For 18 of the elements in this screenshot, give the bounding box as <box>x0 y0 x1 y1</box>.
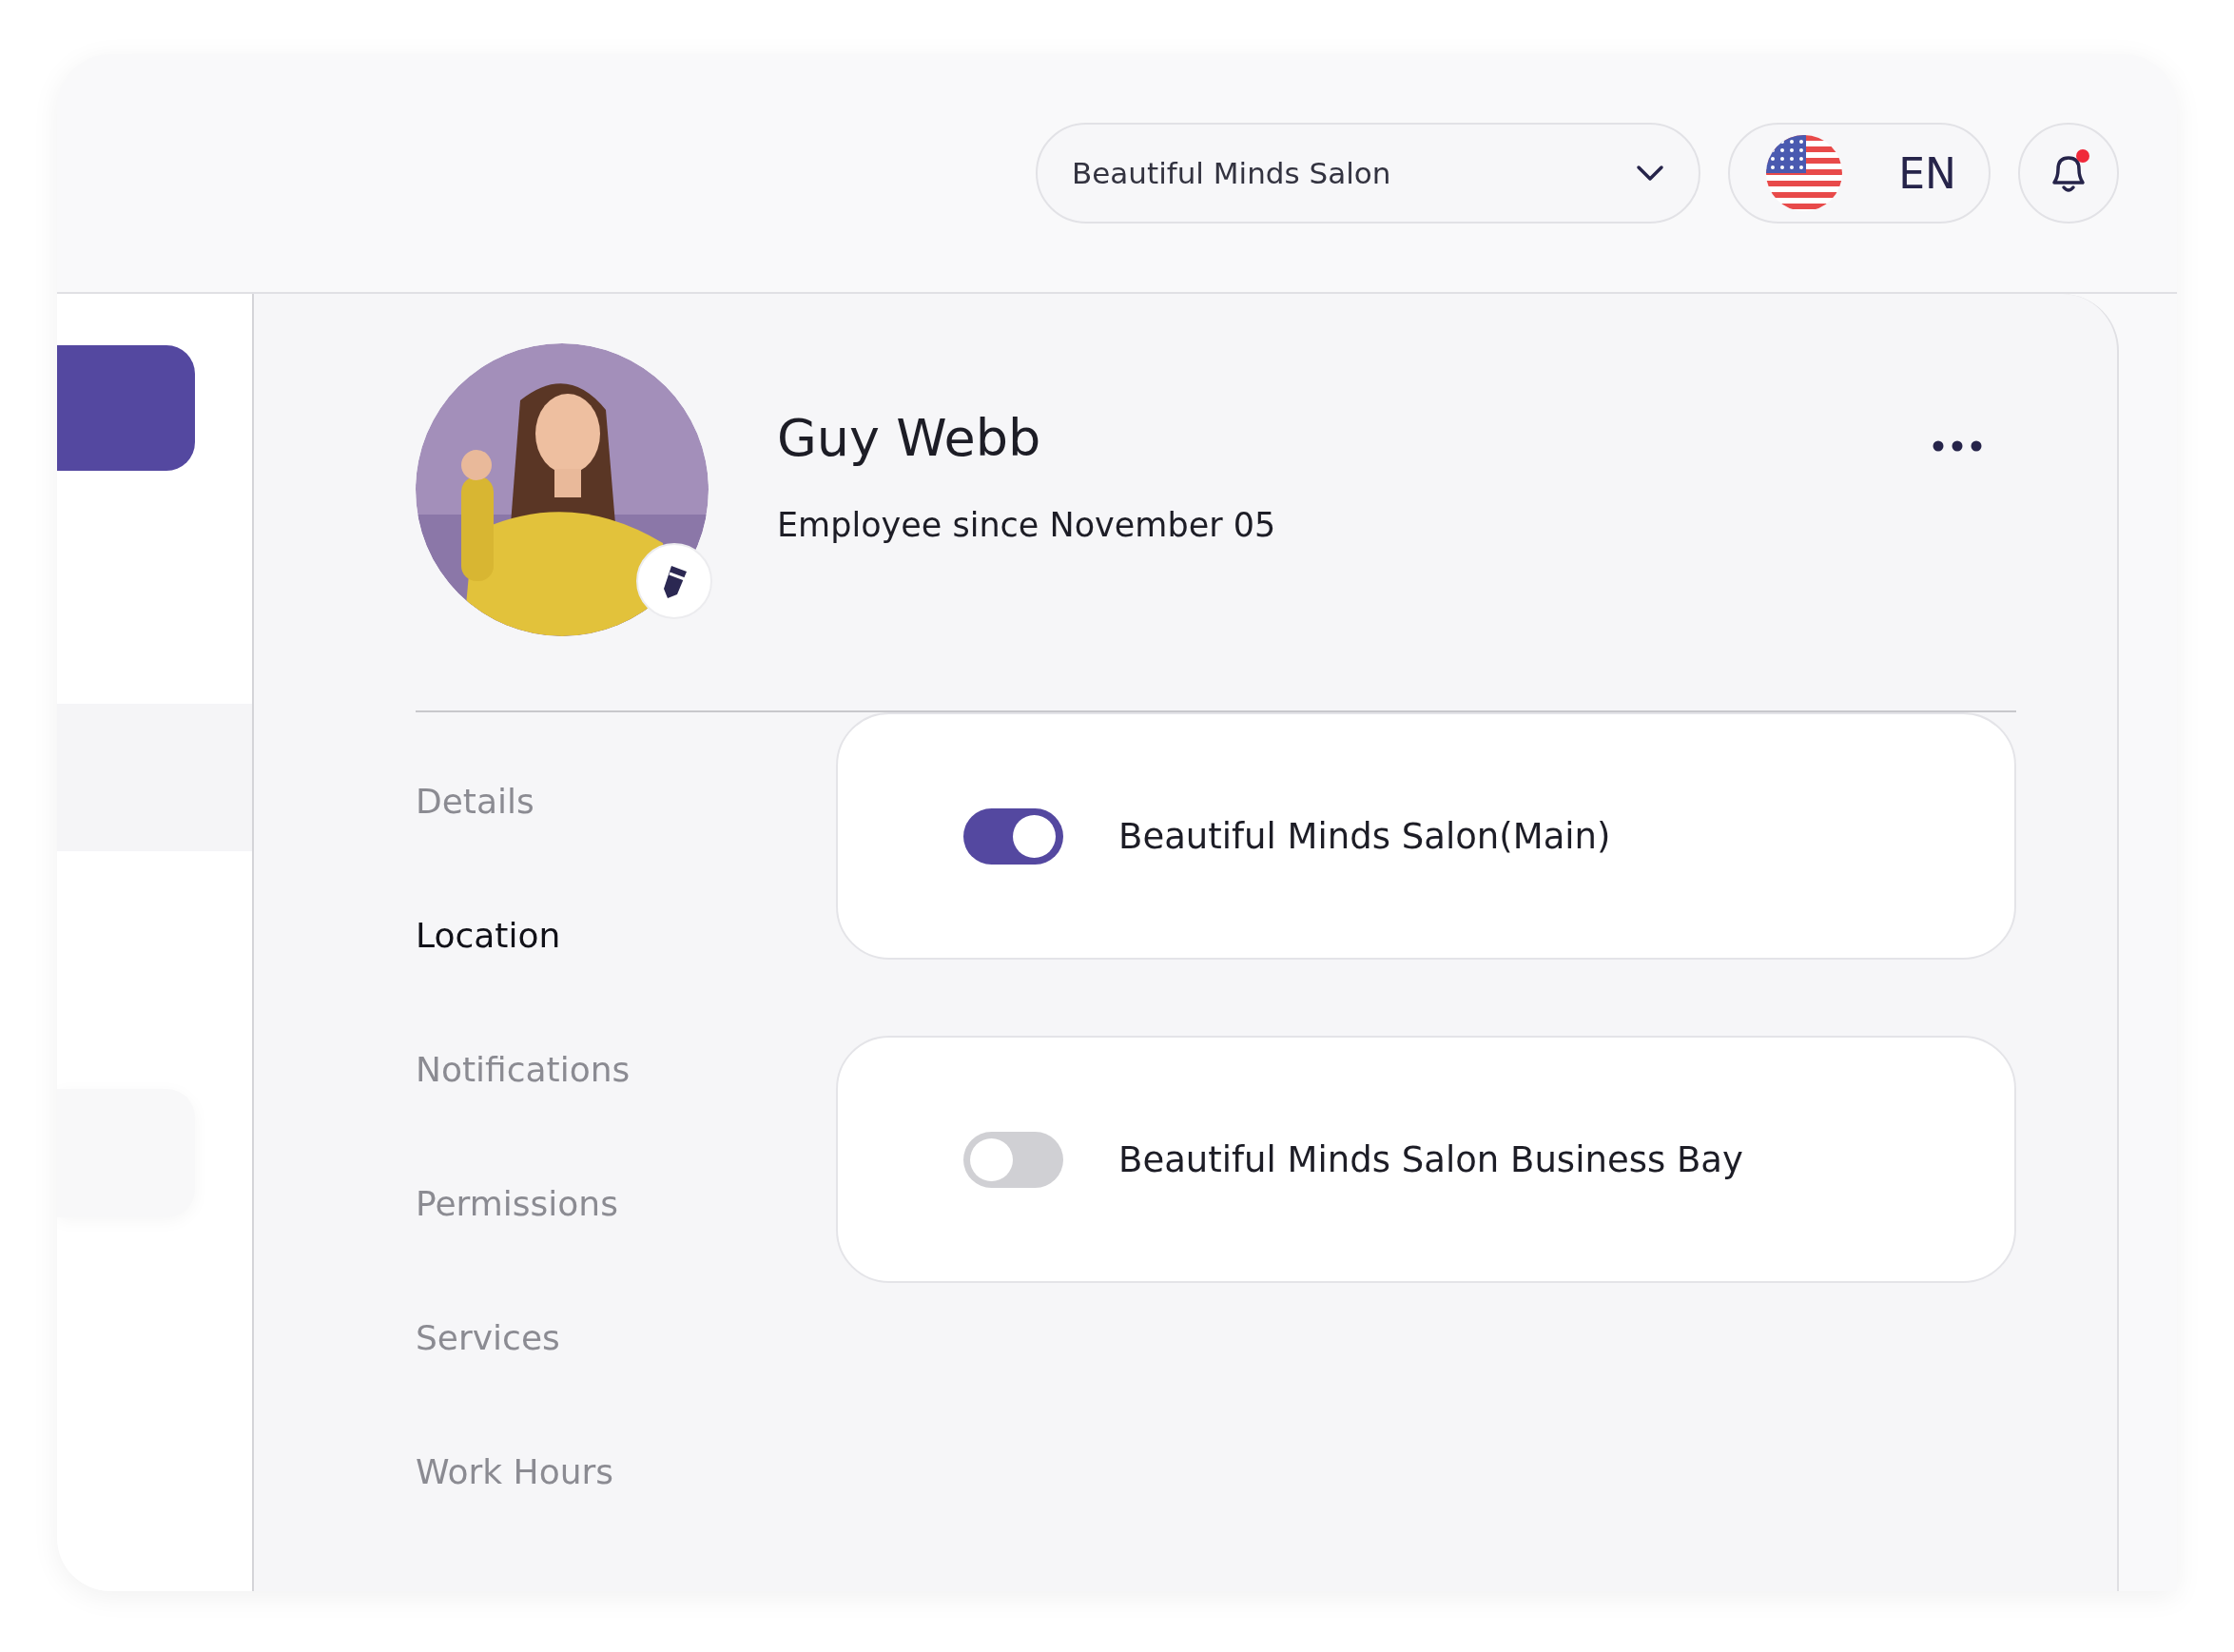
select-value: Beautiful Minds Salon <box>1072 156 1391 190</box>
sidebar-item[interactable] <box>57 345 195 471</box>
location-name: Beautiful Minds Salon Business Bay <box>1118 1138 1743 1180</box>
chevron-down-icon <box>1636 165 1664 182</box>
salon-select[interactable]: Beautiful Minds Salon <box>1036 123 1700 224</box>
employee-since: Employee since November 05 <box>777 506 1276 544</box>
profile-tab[interactable]: Details <box>416 734 534 868</box>
language-selector[interactable]: EN <box>1728 123 1991 224</box>
location-name: Beautiful Minds Salon(Main) <box>1118 815 1611 857</box>
profile-tab[interactable]: Permissions <box>416 1137 618 1271</box>
profile-tab[interactable]: Location <box>416 868 561 1002</box>
profile-tab[interactable]: Services <box>416 1271 560 1405</box>
profile-tab[interactable]: Work Hours <box>416 1405 614 1539</box>
language-code: EN <box>1898 148 1956 198</box>
more-icon <box>1933 440 1982 452</box>
employee-name: Guy Webb <box>777 408 1042 468</box>
profile-tab[interactable]: Notifications <box>416 1002 631 1137</box>
location-toggle[interactable] <box>963 807 1063 865</box>
